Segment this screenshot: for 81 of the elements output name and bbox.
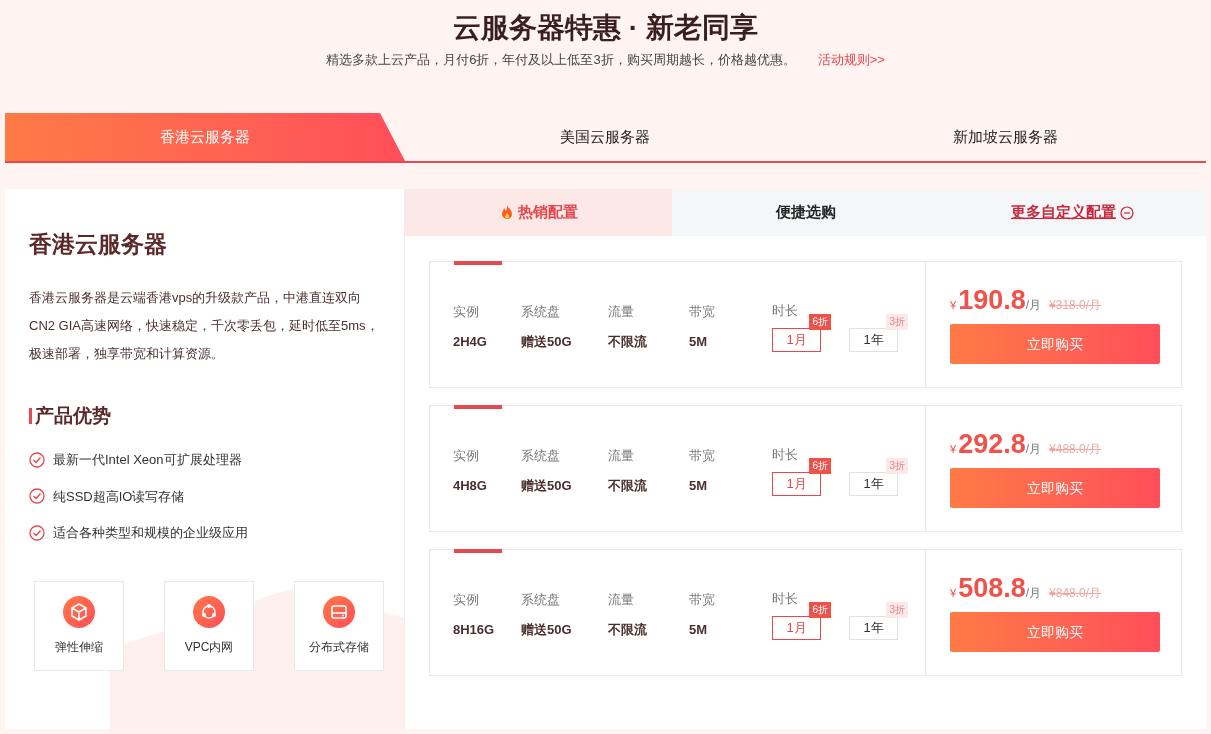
spec-value: 不限流 — [608, 476, 648, 495]
buy-now-button[interactable]: 立即购买 — [950, 468, 1160, 508]
advantage-text: 适合各种类型和规模的企业级应用 — [53, 524, 248, 542]
spec-label: 带宽 — [689, 447, 716, 465]
currency-symbol: ¥ — [950, 442, 957, 457]
check-circle-icon — [29, 451, 45, 468]
original-price: ¥848.0/月 — [1049, 585, 1102, 602]
plan-tab[interactable]: 热销配置 — [405, 189, 672, 236]
accent-bar — [454, 405, 502, 409]
discount-badge: 6折 — [809, 601, 831, 618]
currency-symbol: ¥ — [950, 298, 957, 313]
spec-value: 5M — [689, 476, 709, 495]
flame-icon — [499, 204, 515, 221]
price: 292.8 — [958, 428, 1026, 460]
feature-label: 弹性伸缩 — [55, 638, 103, 656]
buy-now-button[interactable]: 立即购买 — [950, 324, 1160, 364]
spec-value: 2H4G — [453, 332, 488, 351]
spec-value: 不限流 — [608, 620, 648, 639]
currency-symbol: ¥ — [950, 586, 957, 601]
spec-label: 系统盘 — [521, 591, 561, 609]
discount-badge: 6折 — [809, 313, 831, 330]
network-icon — [193, 595, 225, 628]
spec-value: 赠送50G — [521, 620, 573, 639]
drive-icon — [323, 595, 355, 628]
advantages-title: 产品优势 — [35, 403, 111, 428]
spec-value: 赠送50G — [521, 476, 573, 495]
rules-link[interactable]: 活动规则>> — [817, 50, 885, 70]
discount-badge: 6折 — [809, 457, 831, 474]
spec-label: 流量 — [608, 447, 635, 465]
original-price: ¥488.0/月 — [1049, 441, 1102, 458]
spec-label: 带宽 — [689, 303, 716, 321]
duration-option[interactable]: 1月 — [772, 471, 821, 496]
spec-label: 系统盘 — [521, 447, 561, 465]
spec-value: 8H16G — [453, 620, 496, 639]
check-circle-icon — [29, 488, 45, 505]
advantage-text: 最新一代Intel Xeon可扩展处理器 — [53, 451, 242, 469]
spec-label: 实例 — [453, 447, 480, 465]
spec-label: 流量 — [608, 303, 635, 321]
feature-label: 分布式存储 — [309, 638, 369, 656]
region-tab[interactable]: 新加坡云服务器 — [805, 113, 1206, 161]
minus-circle-icon[interactable] — [1120, 205, 1134, 220]
cube-icon — [63, 595, 95, 628]
duration-option[interactable]: 1月 — [772, 327, 821, 352]
spec-value: 不限流 — [608, 332, 648, 351]
price-unit: /月 — [1025, 442, 1042, 458]
check-circle-icon — [29, 524, 45, 541]
duration-option[interactable]: 1年 — [849, 471, 898, 496]
advantage-text: 纯SSD超高IO读写存储 — [53, 487, 185, 506]
spec-label: 系统盘 — [521, 303, 561, 321]
page-title: 云服务器特惠 · 新老同享 — [453, 11, 758, 45]
region-tab[interactable]: 美国云服务器 — [405, 113, 806, 161]
spec-value: 5M — [689, 332, 709, 351]
discount-badge: 3折 — [886, 313, 908, 330]
duration-option[interactable]: 1年 — [849, 615, 898, 640]
original-price: ¥318.0/月 — [1049, 297, 1102, 314]
accent-bar — [454, 549, 502, 553]
spec-value: 4H8G — [453, 476, 488, 495]
spec-label: 实例 — [453, 591, 480, 609]
accent-bar — [454, 261, 502, 265]
region-tab[interactable]: 香港云服务器 — [5, 113, 405, 161]
spec-label: 实例 — [453, 303, 480, 321]
duration-option[interactable]: 1月 — [772, 615, 821, 640]
price-unit: /月 — [1025, 298, 1042, 314]
buy-now-button[interactable]: 立即购买 — [950, 612, 1160, 652]
accent-bar — [29, 407, 32, 424]
spec-label: 带宽 — [689, 591, 716, 609]
feature-label: VPC内网 — [184, 638, 234, 656]
intro-description: 香港云服务器是云端香港vps的升级款产品，中港直连双向CN2 GIA高速网络，快速稳定，千次零丢包，延时低至5ms，极速部署，独享带宽和计算资源。 — [29, 288, 380, 363]
price: 508.8 — [958, 572, 1026, 604]
spec-value: 5M — [689, 620, 709, 639]
discount-badge: 3折 — [886, 457, 908, 474]
duration-option[interactable]: 1年 — [849, 327, 898, 352]
promo-description: 精选多款上云产品，月付6折，年付及以上低至3折，购买周期越长，价格越优惠。 — [326, 51, 796, 69]
price: 190.8 — [958, 284, 1026, 316]
price-unit: /月 — [1025, 586, 1042, 602]
spec-value: 赠送50G — [521, 332, 573, 351]
plan-tab[interactable]: 便捷选购 — [672, 189, 939, 236]
intro-title: 香港云服务器 — [29, 230, 168, 259]
discount-badge: 3折 — [886, 601, 908, 618]
spec-label: 流量 — [608, 591, 635, 609]
custom-config-link[interactable]: 更多自定义配置 — [1011, 201, 1116, 224]
